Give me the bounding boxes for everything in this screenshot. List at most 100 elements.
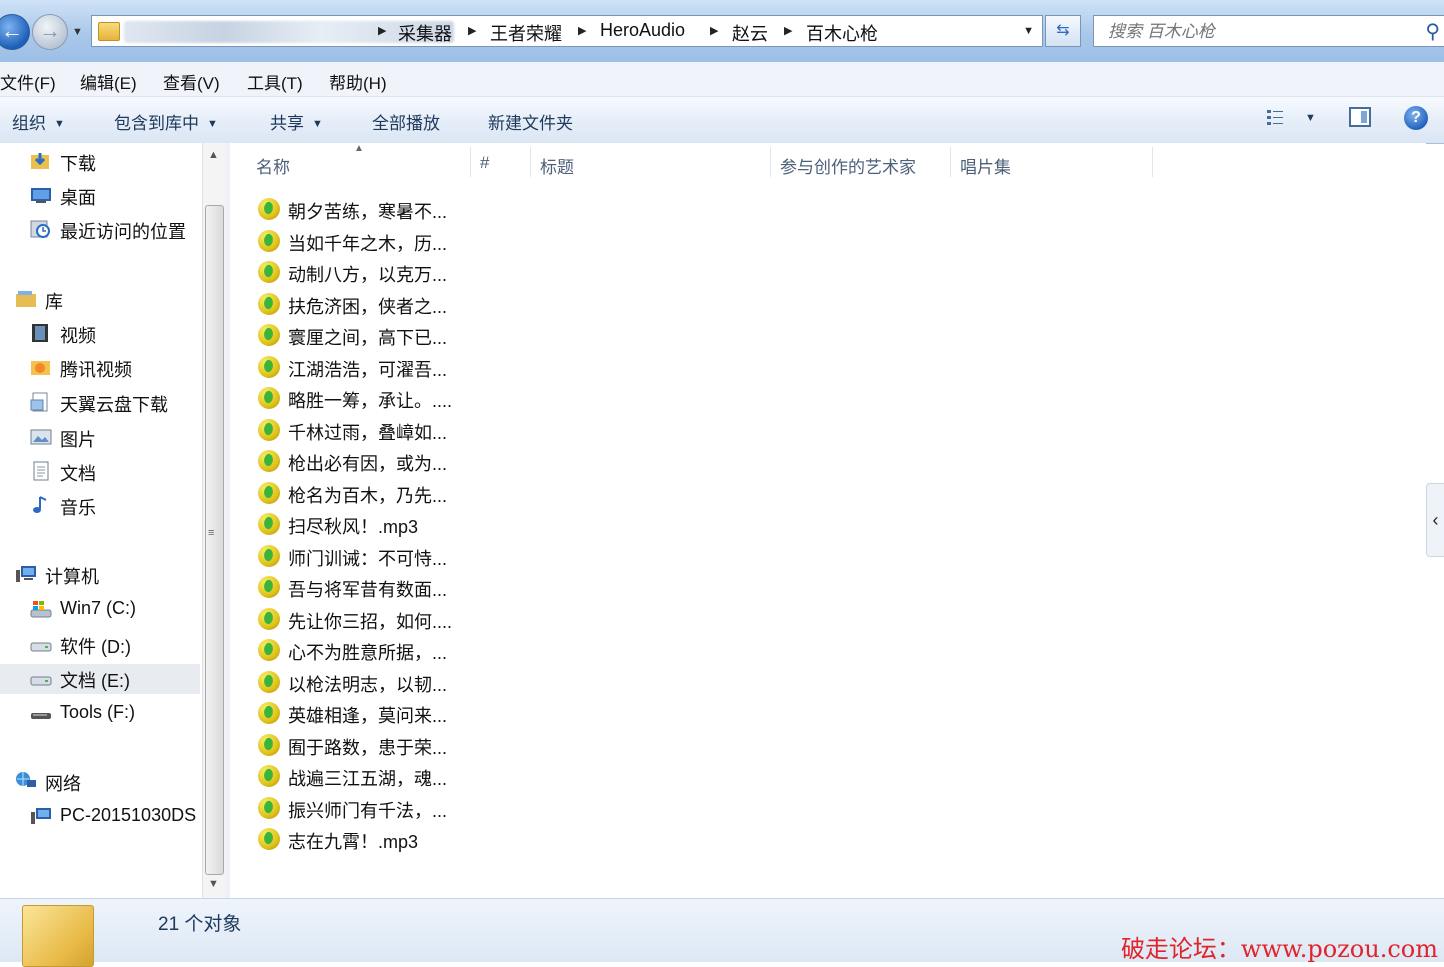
menu-view[interactable]: 查看(V) — [163, 69, 220, 94]
column-divider[interactable] — [470, 147, 471, 177]
scroll-up-icon[interactable]: ▲ — [208, 149, 219, 161]
file-row[interactable]: 英雄相逢，莫问来... — [258, 699, 458, 729]
search-icon[interactable]: ⚲ — [1425, 19, 1440, 44]
chevron-right-icon[interactable]: ▶ — [578, 24, 586, 37]
nav-item-libraries[interactable]: 库 — [15, 285, 200, 315]
file-row[interactable]: 吾与将军昔有数面... — [258, 573, 458, 603]
include-library-button[interactable]: 包含到库中 ▼ — [114, 109, 218, 134]
address-dropdown-icon[interactable]: ▼ — [1023, 25, 1034, 37]
chevron-right-icon[interactable]: ▶ — [378, 24, 386, 37]
music-file-icon — [258, 513, 280, 535]
organize-button[interactable]: 组织 ▼ — [12, 109, 65, 134]
new-folder-button[interactable]: 新建文件夹 — [488, 109, 573, 134]
play-all-button[interactable]: 全部播放 — [372, 109, 440, 134]
search-box[interactable]: ⚲ — [1093, 15, 1444, 47]
file-row[interactable]: 师门训诫：不可恃... — [258, 542, 458, 572]
file-row[interactable]: 囿于路数，患于荣... — [258, 731, 458, 761]
file-list: ▲ 名称 # 标题 参与创作的艺术家 唱片集 朝夕苦练，寒暑不... 当如千年之木… — [230, 143, 1426, 898]
file-row[interactable]: 扫尽秋风！.mp3 — [258, 510, 458, 540]
nav-item-recent-places[interactable]: 最近访问的位置 — [30, 215, 200, 245]
nav-item-downloads[interactable]: 下载 — [30, 147, 200, 177]
file-row[interactable]: 振兴师门有千法，... — [258, 794, 458, 824]
nav-item-network-pc[interactable]: PC-20151030DS — [30, 802, 202, 832]
search-input[interactable] — [1106, 21, 1410, 43]
file-name: 枪出必有因，或为... — [288, 454, 448, 474]
network-icon — [16, 772, 36, 787]
file-name: 略胜一筹，承让。.... — [288, 391, 453, 411]
breadcrumb-item[interactable]: 百木心枪 — [806, 20, 878, 46]
music-file-icon — [258, 607, 280, 630]
music-file-icon — [258, 544, 280, 567]
nav-item-tianyi-download[interactable]: 天翼云盘下载 — [30, 388, 200, 418]
breadcrumb-item[interactable]: 采集器 — [398, 20, 452, 46]
breadcrumb[interactable]: ▶ 采集器 ▶ 王者荣耀 ▶ HeroAudio ▶ 赵云 ▶ 百木心枪 ▼ — [91, 15, 1043, 47]
file-name: 志在九霄！.mp3 — [288, 832, 419, 852]
file-row[interactable]: 心不为胜意所据，... — [258, 636, 458, 666]
nav-item-drive-e[interactable]: 文档 (E:) — [0, 664, 200, 694]
file-row[interactable]: 略胜一筹，承让。.... — [258, 384, 458, 414]
forward-button[interactable]: → — [32, 14, 68, 50]
scrollbar-thumb[interactable] — [205, 205, 224, 875]
file-row[interactable]: 千林过雨，叠嶂如... — [258, 416, 458, 446]
menu-file[interactable]: 文件(F) — [0, 69, 56, 94]
file-row[interactable]: 当如千年之木，历... — [258, 227, 458, 257]
menu-edit[interactable]: 编辑(E) — [80, 69, 137, 94]
nav-item-pictures[interactable]: 图片 — [30, 423, 200, 453]
nav-item-network[interactable]: 网络 — [15, 767, 200, 797]
help-icon[interactable]: ? — [1404, 106, 1428, 130]
column-divider[interactable] — [530, 147, 531, 177]
share-button[interactable]: 共享 ▼ — [270, 109, 323, 134]
column-divider[interactable] — [770, 147, 771, 177]
nav-scrollbar[interactable]: ▲ ≡ ▼ — [202, 143, 227, 898]
file-row[interactable]: 以枪法明志，以韧... — [258, 668, 458, 698]
file-row[interactable]: 朝夕苦练，寒暑不... — [258, 195, 458, 225]
preview-pane-icon[interactable] — [1349, 107, 1371, 127]
file-row[interactable]: 动制八方，以克万... — [258, 258, 458, 288]
back-button[interactable]: ← — [0, 14, 30, 50]
expand-pane-button[interactable]: ‹ — [1426, 483, 1444, 557]
file-row[interactable]: 志在九霄！.mp3 — [258, 825, 458, 855]
nav-item-computer[interactable]: 计算机 — [15, 560, 200, 590]
column-header-artists[interactable]: 参与创作的艺术家 — [780, 153, 916, 178]
nav-item-drive-c[interactable]: Win7 (C:) — [30, 595, 200, 625]
menu-help[interactable]: 帮助(H) — [329, 69, 387, 94]
column-header-number[interactable]: # — [480, 153, 489, 173]
nav-label: 图片 — [60, 430, 96, 450]
navigation-pane: 下载 桌面 最近访问的位置 库 视频 腾讯视频 天翼云盘下载 图片 文档 音乐 … — [0, 143, 202, 898]
file-row[interactable]: 战遍三江五湖，魂... — [258, 762, 458, 792]
column-header-title[interactable]: 标题 — [540, 153, 574, 178]
view-dropdown-icon[interactable]: ▼ — [1305, 112, 1316, 124]
history-dropdown-icon[interactable]: ▼ — [72, 26, 83, 38]
file-row[interactable]: 枪出必有因，或为... — [258, 447, 458, 477]
file-name: 吾与将军昔有数面... — [288, 580, 448, 600]
column-divider[interactable] — [1152, 147, 1153, 177]
chevron-right-icon[interactable]: ▶ — [784, 24, 792, 37]
file-row[interactable]: 寰厘之间，高下已... — [258, 321, 458, 351]
file-row[interactable]: 扶危济困，侠者之... — [258, 290, 458, 320]
file-row[interactable]: 江湖浩浩，可濯吾... — [258, 353, 458, 383]
column-divider[interactable] — [950, 147, 951, 177]
nav-item-drive-f[interactable]: Tools (F:) — [30, 699, 200, 729]
nav-item-videos[interactable]: 视频 — [30, 319, 200, 349]
breadcrumb-item[interactable]: HeroAudio — [600, 20, 685, 41]
file-row[interactable]: 枪名为百木，乃先... — [258, 479, 458, 509]
chevron-right-icon[interactable]: ▶ — [710, 24, 718, 37]
column-header-album[interactable]: 唱片集 — [960, 153, 1011, 178]
view-icon[interactable] — [1266, 108, 1290, 128]
file-name: 师门训诫：不可恃... — [288, 548, 448, 569]
computer-icon — [16, 566, 36, 582]
breadcrumb-item[interactable]: 王者荣耀 — [490, 20, 562, 46]
refresh-button[interactable]: ⇆ — [1045, 15, 1081, 47]
nav-item-desktop[interactable]: 桌面 — [30, 181, 200, 211]
menu-tools[interactable]: 工具(T) — [247, 69, 303, 94]
breadcrumb-item[interactable]: 赵云 — [732, 20, 768, 46]
chevron-right-icon[interactable]: ▶ — [468, 24, 476, 37]
nav-item-drive-d[interactable]: 软件 (D:) — [30, 630, 200, 660]
nav-item-tencent-video[interactable]: 腾讯视频 — [30, 353, 200, 383]
nav-label: 桌面 — [60, 188, 96, 208]
file-row[interactable]: 先让你三招，如何.... — [258, 605, 458, 635]
column-header-name[interactable]: 名称 — [256, 153, 290, 178]
scroll-down-icon[interactable]: ▼ — [208, 878, 219, 890]
nav-item-documents[interactable]: 文档 — [30, 457, 200, 487]
nav-item-music[interactable]: 音乐 — [30, 491, 200, 521]
